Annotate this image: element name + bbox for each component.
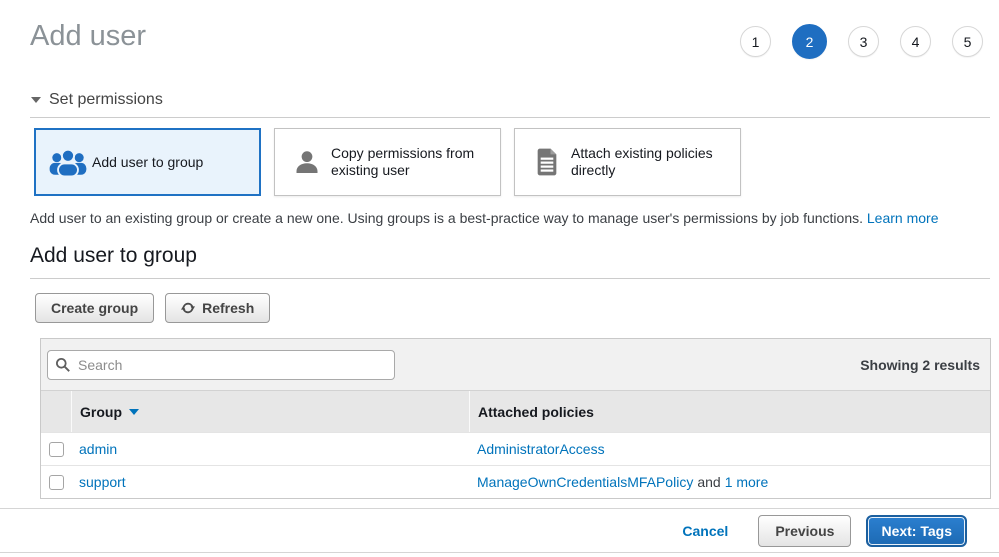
search-icon bbox=[55, 357, 71, 378]
table-toolbar: Showing 2 results bbox=[41, 339, 990, 390]
group-cell: support bbox=[71, 466, 469, 498]
card-copy-permissions[interactable]: Copy permissions from existing user bbox=[274, 128, 501, 196]
section-divider bbox=[30, 117, 990, 118]
group-cell: admin bbox=[71, 433, 469, 465]
row-checkbox[interactable] bbox=[49, 442, 64, 457]
page-title: Add user bbox=[30, 20, 146, 53]
section-divider bbox=[30, 278, 990, 279]
search-input[interactable] bbox=[47, 350, 395, 380]
wizard-footer: Cancel Previous Next: Tags bbox=[0, 508, 999, 553]
table-action-buttons: Create group Refresh bbox=[35, 293, 270, 323]
row-checkbox[interactable] bbox=[49, 475, 64, 490]
table-row-admin: admin AdministratorAccess bbox=[41, 432, 990, 465]
refresh-button[interactable]: Refresh bbox=[165, 293, 270, 323]
card-attach-policies[interactable]: Attach existing policies directly bbox=[514, 128, 741, 196]
groups-table: Showing 2 results Group Attached policie… bbox=[40, 338, 991, 499]
group-link[interactable]: support bbox=[79, 474, 126, 490]
step-indicator: 1 2 3 4 5 bbox=[740, 24, 983, 59]
step-3[interactable]: 3 bbox=[848, 26, 879, 57]
policies-cell: AdministratorAccess bbox=[469, 433, 990, 465]
table-row-support: support ManageOwnCredentialsMFAPolicy an… bbox=[41, 465, 990, 498]
create-group-button[interactable]: Create group bbox=[35, 293, 154, 323]
previous-button[interactable]: Previous bbox=[758, 515, 851, 547]
next-tags-button[interactable]: Next: Tags bbox=[866, 515, 967, 547]
policy-link[interactable]: AdministratorAccess bbox=[477, 441, 605, 457]
card-label: Add user to group bbox=[92, 154, 207, 171]
set-permissions-title: Set permissions bbox=[49, 91, 163, 109]
refresh-label: Refresh bbox=[202, 300, 254, 316]
cancel-link[interactable]: Cancel bbox=[682, 523, 728, 539]
group-column-label: Group bbox=[80, 404, 122, 420]
step-4[interactable]: 4 bbox=[900, 26, 931, 57]
permission-option-cards: Add user to group Copy permissions from … bbox=[34, 128, 741, 196]
card-label: Attach existing policies directly bbox=[571, 145, 732, 179]
table-header-row: Group Attached policies bbox=[41, 390, 990, 432]
header-checkbox-cell bbox=[41, 391, 71, 432]
sort-descending-icon[interactable] bbox=[129, 409, 139, 415]
step-1[interactable]: 1 bbox=[740, 26, 771, 57]
policies-cell: ManageOwnCredentialsMFAPolicy and 1 more bbox=[469, 466, 990, 498]
refresh-icon bbox=[181, 301, 195, 315]
column-header-group[interactable]: Group bbox=[71, 391, 469, 432]
row-checkbox-cell bbox=[41, 433, 71, 465]
step-2-active[interactable]: 2 bbox=[792, 24, 827, 59]
card-label: Copy permissions from existing user bbox=[331, 145, 492, 179]
attached-policies-column-label: Attached policies bbox=[478, 404, 594, 420]
step-5[interactable]: 5 bbox=[952, 26, 983, 57]
group-link[interactable]: admin bbox=[79, 441, 117, 457]
card-add-user-to-group[interactable]: Add user to group bbox=[34, 128, 261, 196]
more-policies-link[interactable]: 1 more bbox=[725, 474, 769, 490]
user-icon bbox=[283, 149, 331, 176]
row-checkbox-cell bbox=[41, 466, 71, 498]
results-count: Showing 2 results bbox=[860, 357, 980, 373]
add-user-to-group-heading: Add user to group bbox=[30, 244, 197, 268]
policy-link[interactable]: ManageOwnCredentialsMFAPolicy bbox=[477, 474, 693, 490]
learn-more-link[interactable]: Learn more bbox=[867, 210, 939, 226]
document-icon bbox=[523, 148, 571, 176]
add-user-page: Add user 1 2 3 4 5 Set permissions A bbox=[0, 0, 999, 557]
collapse-caret-icon bbox=[31, 97, 41, 103]
column-header-attached-policies: Attached policies bbox=[469, 391, 990, 432]
and-text: and bbox=[697, 474, 720, 490]
permissions-description: Add user to an existing group or create … bbox=[30, 210, 938, 226]
users-group-icon bbox=[44, 148, 92, 176]
set-permissions-collapse-toggle[interactable]: Set permissions bbox=[31, 91, 163, 109]
description-text: Add user to an existing group or create … bbox=[30, 210, 863, 226]
search-wrap bbox=[47, 350, 395, 380]
